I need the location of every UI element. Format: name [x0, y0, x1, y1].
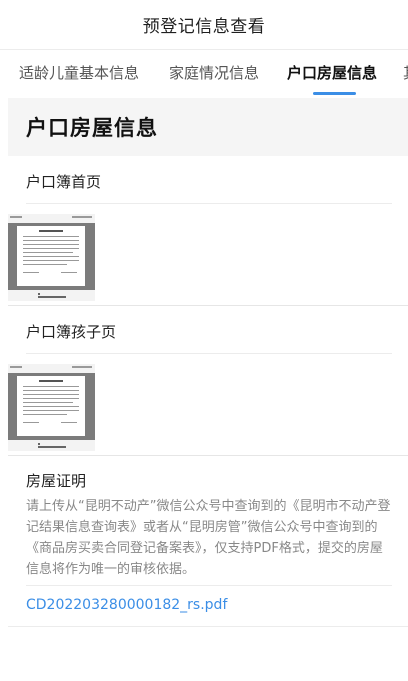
section-title: 户口房屋信息: [26, 116, 158, 140]
page-header: 预登记信息查看: [0, 0, 408, 50]
hukou-child-page-label: 户口簿孩子页: [26, 323, 117, 341]
tab-household-property[interactable]: 户口房屋信息: [287, 50, 377, 98]
hukou-child-page-thumbnail[interactable]: [8, 364, 95, 451]
tab-child-info[interactable]: 适龄儿童基本信息: [19, 50, 139, 98]
divider: [8, 626, 408, 627]
tab-other[interactable]: 其: [403, 50, 408, 98]
tab-bar: 适龄儿童基本信息 家庭情况信息 户口房屋信息 其: [0, 50, 408, 98]
divider: [26, 203, 392, 204]
property-certificate-card: 房屋证明 请上传从“昆明不动产”微信公众号中查询到的《昆明市不动产登记结果信息查…: [8, 456, 408, 631]
hukou-child-page-card: 户口簿孩子页: [8, 306, 408, 456]
property-file-link[interactable]: CD202203280000182_rs.pdf: [26, 597, 227, 613]
document-preview: [17, 376, 85, 436]
property-certificate-label: 房屋证明: [26, 472, 87, 490]
document-preview: [17, 226, 85, 286]
tab-family-info[interactable]: 家庭情况信息: [169, 50, 259, 98]
hukou-first-page-thumbnail[interactable]: [8, 214, 95, 301]
active-tab-indicator: [313, 92, 356, 95]
page-title: 预登记信息查看: [142, 17, 266, 37]
section-header: 户口房屋信息: [8, 98, 408, 156]
hukou-first-page-card: 户口簿首页: [8, 156, 408, 306]
divider: [26, 585, 392, 586]
hukou-first-page-label: 户口簿首页: [26, 173, 102, 191]
divider: [26, 353, 392, 354]
property-certificate-description: 请上传从“昆明不动产”微信公众号中查询到的《昆明市不动产登记结果信息查询表》或者…: [26, 499, 391, 577]
